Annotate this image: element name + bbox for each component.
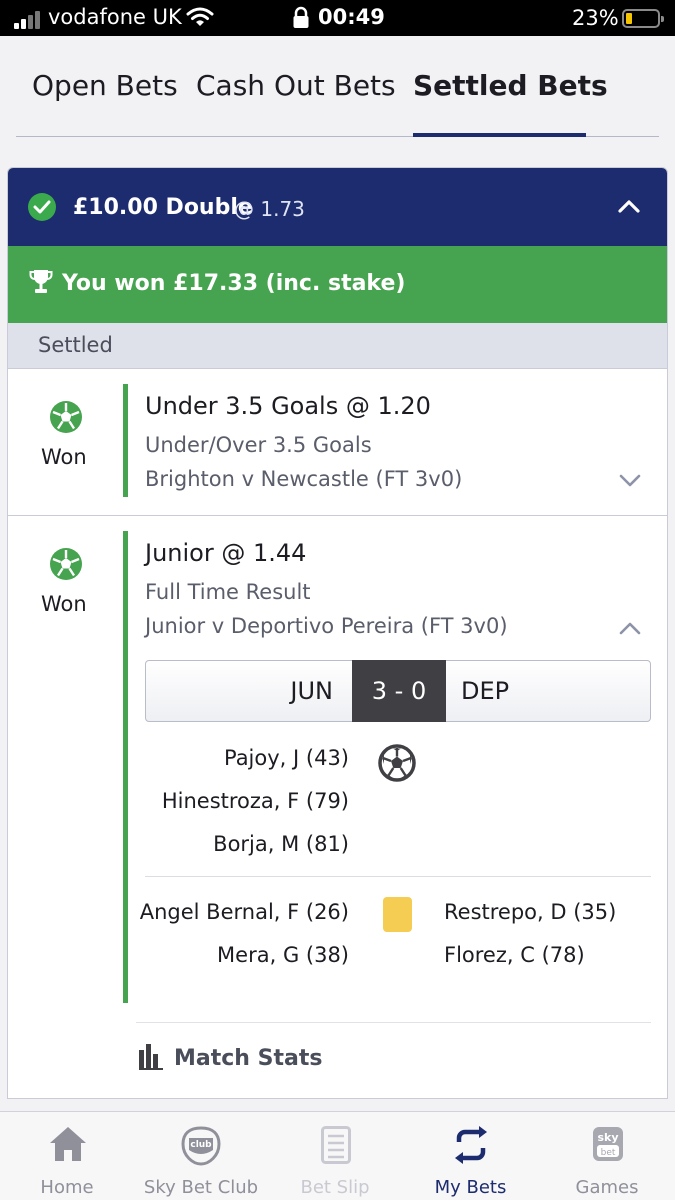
- scoreboard: JUN 3 - 0 DEP: [145, 660, 651, 722]
- events-divider: [145, 876, 651, 877]
- goal-scorer: Pajoy, J (43): [223, 746, 349, 770]
- chevron-up-icon[interactable]: [618, 620, 642, 636]
- goal-scorer: Borja, M (81): [213, 832, 349, 856]
- my-bets-icon: [455, 1126, 487, 1164]
- battery-icon: [622, 9, 664, 28]
- bet-stake-type: £10.00 Double: [73, 195, 253, 220]
- nav-my-bets[interactable]: My Bets: [402, 1112, 539, 1200]
- won-indicator-bar: [123, 531, 128, 1003]
- leg-selection: Junior @ 1.44: [145, 539, 307, 567]
- wifi-icon: [186, 7, 214, 26]
- match-score: 3 - 0: [352, 660, 446, 722]
- home-team-code: JUN: [290, 677, 333, 705]
- active-tab-indicator: [413, 133, 586, 137]
- bet-leg[interactable]: Won Junior @ 1.44 Full Time Result Junio…: [8, 517, 667, 1098]
- trophy-icon: [29, 270, 53, 293]
- bet-card-header[interactable]: £10.00 Double @ 1.73: [8, 168, 667, 246]
- status-bar: vodafone UK 00:49 23%: [0, 0, 675, 36]
- nav-home[interactable]: Home: [0, 1112, 134, 1200]
- winnings-text: You won £17.33 (inc. stake): [62, 271, 406, 296]
- svg-text:club: club: [190, 1140, 212, 1150]
- leg-result: Won: [41, 592, 87, 616]
- yellow-card-player: Mera, G (38): [217, 943, 349, 967]
- yellow-card-player: Florez, C (78): [444, 943, 585, 967]
- settled-bet-card: £10.00 Double @ 1.73 You won £17.33 (inc…: [7, 167, 668, 1099]
- goal-scorer: Hinestroza, F (79): [161, 789, 349, 813]
- orientation-lock-icon: [293, 6, 309, 28]
- tab-settled-bets[interactable]: Settled Bets: [413, 69, 608, 102]
- match-stats-link[interactable]: Match Stats: [174, 1046, 322, 1071]
- tab-open-bets[interactable]: Open Bets: [32, 69, 178, 102]
- football-icon: [50, 548, 82, 580]
- bar-chart-icon[interactable]: [139, 1044, 163, 1070]
- carrier-name: vodafone UK: [48, 5, 182, 29]
- leg-result: Won: [41, 445, 87, 469]
- away-team-code: DEP: [461, 677, 510, 705]
- leg-event: Brighton v Newcastle (FT 3v0): [145, 467, 463, 491]
- bet-leg[interactable]: Won Under 3.5 Goals @ 1.20 Under/Over 3.…: [8, 370, 667, 516]
- won-indicator-bar: [123, 384, 128, 497]
- winnings-banner: You won £17.33 (inc. stake): [8, 246, 667, 323]
- clock: 00:49: [318, 5, 385, 29]
- leg-selection: Under 3.5 Goals @ 1.20: [145, 392, 431, 420]
- sky-bet-games-icon: sky bet: [593, 1127, 623, 1161]
- leg-market: Full Time Result: [145, 580, 311, 604]
- bets-tab-bar: Open Bets Cash Out Bets Settled Bets: [0, 36, 675, 167]
- stats-divider: [136, 1022, 651, 1023]
- home-icon: [50, 1127, 86, 1161]
- bottom-navigation: Home club Sky Bet Club Bet Slip My Bets …: [0, 1111, 675, 1200]
- goal-football-icon: [378, 744, 416, 782]
- settled-status-bar: Settled: [8, 323, 667, 369]
- tab-cash-out-bets[interactable]: Cash Out Bets: [196, 69, 396, 102]
- svg-text:bet: bet: [601, 1148, 616, 1158]
- signal-strength-icon: [14, 9, 44, 29]
- yellow-card-player: Restrepo, D (35): [444, 900, 617, 924]
- yellow-card-player: Angel Bernal, F (26): [139, 900, 349, 924]
- nav-games[interactable]: sky bet Games: [539, 1112, 675, 1200]
- svg-text:sky: sky: [597, 1131, 618, 1144]
- football-icon: [50, 401, 82, 433]
- check-icon: [28, 193, 56, 221]
- nav-bet-slip[interactable]: Bet Slip: [268, 1112, 402, 1200]
- chevron-down-icon[interactable]: [618, 473, 642, 489]
- nav-sky-bet-club[interactable]: club Sky Bet Club: [134, 1112, 268, 1200]
- bet-slip-icon: [321, 1126, 351, 1164]
- sky-bet-club-icon: club: [181, 1126, 221, 1166]
- chevron-up-icon[interactable]: [617, 198, 641, 214]
- yellow-card-icon: [383, 897, 412, 932]
- settled-label: Settled: [38, 333, 113, 357]
- leg-event: Junior v Deportivo Pereira (FT 3v0): [145, 614, 508, 638]
- leg-market: Under/Over 3.5 Goals: [145, 433, 372, 457]
- bet-odds: @ 1.73: [234, 197, 305, 221]
- battery-percentage: 23%: [572, 6, 619, 30]
